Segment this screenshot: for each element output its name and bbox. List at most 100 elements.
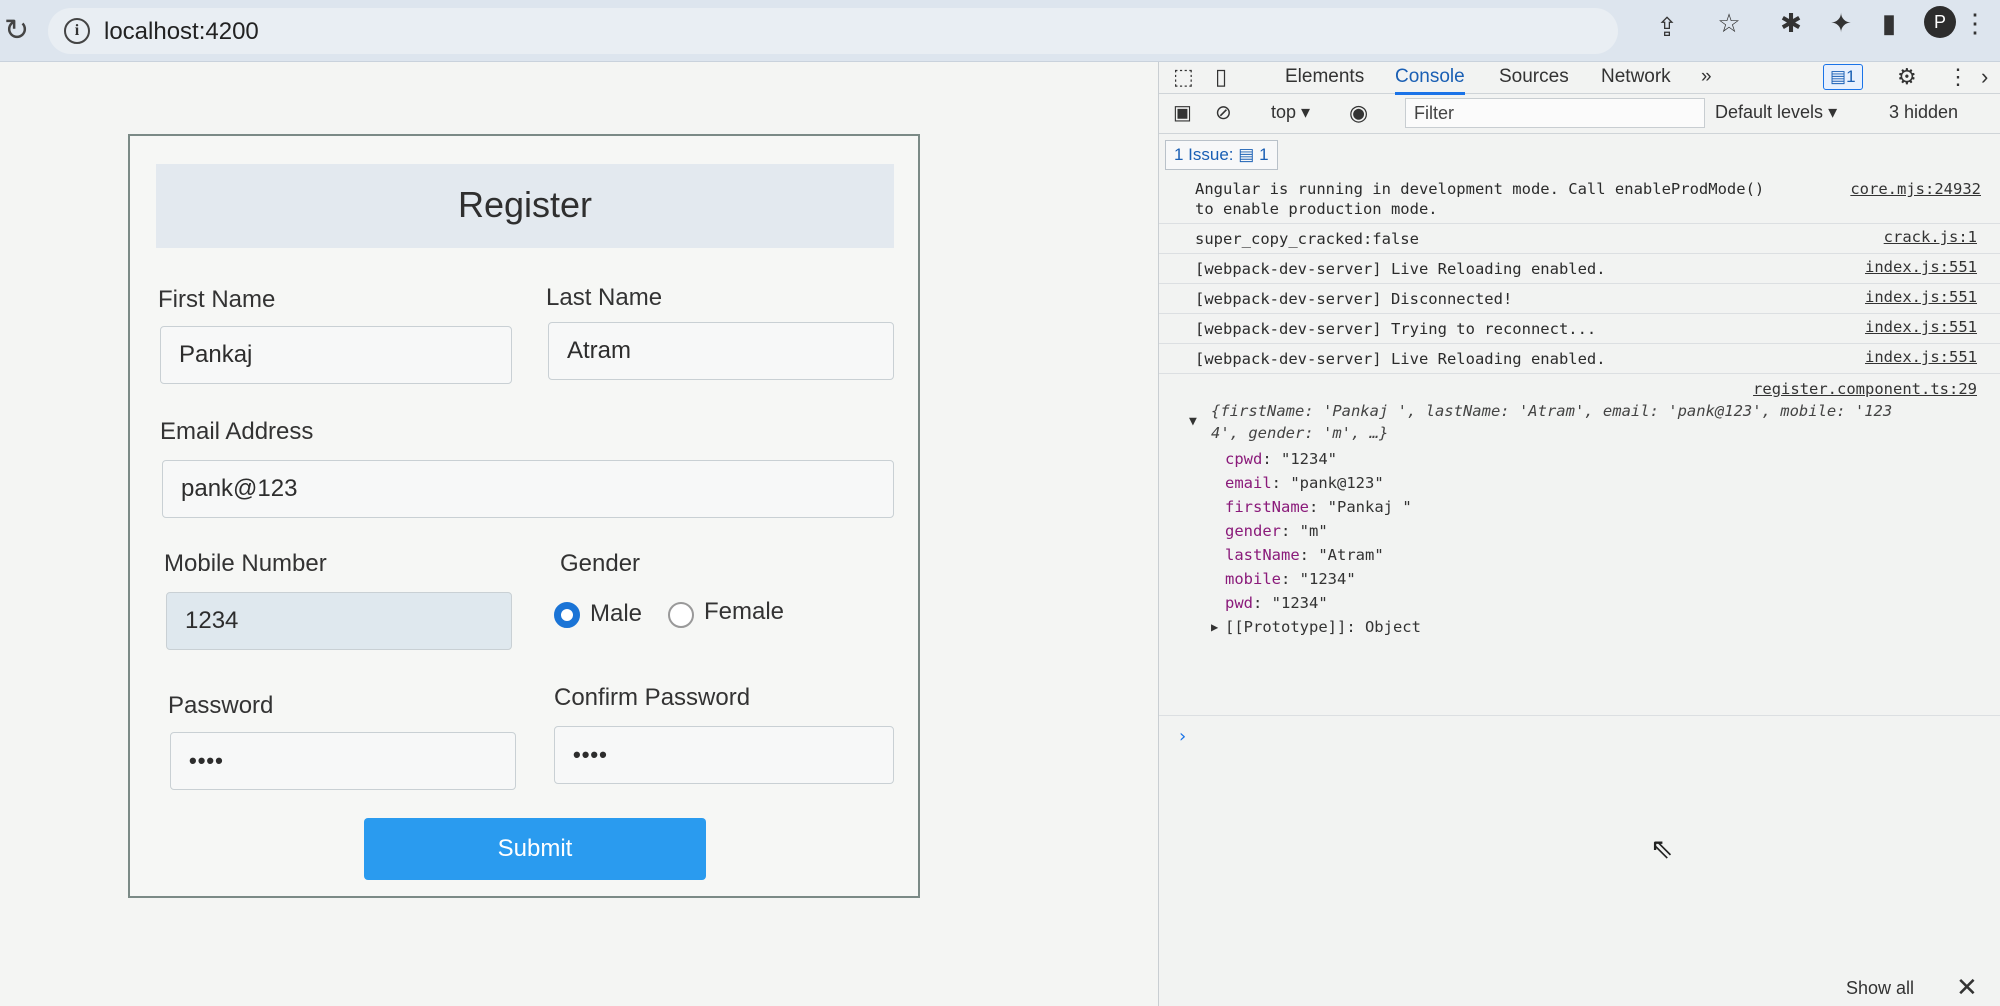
issues-row: 1 Issue: ▤ 1 — [1159, 134, 2000, 172]
property-value: "m" — [1299, 522, 1328, 540]
register-card: Register First Name Last Name Pankaj Atr… — [128, 134, 920, 898]
object-property: pwd: "1234" — [1225, 594, 1328, 612]
log-text: [webpack-dev-server] Trying to reconnect… — [1195, 320, 1597, 338]
mobile-field[interactable]: 1234 — [166, 592, 512, 650]
object-property: gender: "m" — [1225, 522, 1328, 540]
clear-console-icon[interactable]: ⊘ — [1215, 100, 1232, 126]
settings-gear-icon[interactable]: ⚙ — [1897, 64, 1917, 90]
context-value: top — [1271, 102, 1297, 122]
object-summary-continued[interactable]: 4', gender: 'm', …} — [1211, 424, 1388, 442]
last-name-field[interactable]: Atram — [548, 322, 894, 380]
log-source-link[interactable]: index.js:551 — [1865, 288, 1977, 306]
devtools-panel: ⬚ ▯ Elements Console Sources Network » ▤… — [1158, 62, 2000, 1006]
expand-triangle-icon[interactable]: ▶ — [1211, 620, 1218, 634]
bookmark-star-icon[interactable]: ☆ — [1710, 6, 1748, 40]
extension-bug-icon[interactable]: ✱ — [1772, 6, 1810, 40]
filter-input[interactable]: Filter — [1405, 98, 1705, 128]
property-value: "1234" — [1299, 570, 1356, 588]
collapse-triangle-icon[interactable]: ▼ — [1189, 414, 1197, 429]
devtools-menu-icon[interactable]: ⋮ — [1947, 64, 1969, 90]
console-message: super_copy_cracked:false crack.js:1 — [1159, 224, 2000, 254]
console-message: [webpack-dev-server] Trying to reconnect… — [1159, 314, 2000, 344]
share-icon[interactable]: ⇪ — [1648, 10, 1686, 44]
log-text-continued: to enable production mode. — [1195, 200, 1438, 218]
profile-avatar[interactable]: P — [1924, 6, 1956, 38]
property-value: "1234" — [1281, 450, 1337, 468]
property-key: gender — [1225, 522, 1281, 540]
mobile-label: Mobile Number — [164, 550, 327, 577]
object-log-entry: register.component.ts:29 ▼ {firstName: '… — [1159, 374, 2000, 716]
messages-badge[interactable]: ▤1 — [1823, 64, 1863, 90]
issues-button[interactable]: 1 Issue: ▤ 1 — [1165, 140, 1278, 170]
register-header: Register — [156, 164, 894, 248]
chevron-right-icon[interactable]: › — [1981, 64, 1988, 90]
devtools-tabbar: ⬚ ▯ Elements Console Sources Network » ▤… — [1159, 62, 2000, 95]
confirm-password-field[interactable]: •••• — [554, 726, 894, 784]
live-expression-eye-icon[interactable]: ◉ — [1349, 100, 1368, 126]
gender-male-label[interactable]: Male — [590, 600, 642, 628]
log-text: Angular is running in development mode. … — [1195, 180, 1765, 198]
more-tabs-button[interactable]: » — [1701, 64, 1712, 90]
log-source-link[interactable]: index.js:551 — [1865, 258, 1977, 276]
gender-female-radio[interactable] — [668, 602, 694, 628]
property-key: lastName — [1225, 546, 1300, 564]
property-value: "pank@123" — [1290, 474, 1384, 492]
tab-sources[interactable]: Sources — [1499, 64, 1569, 90]
object-summary[interactable]: {firstName: 'Pankaj ', lastName: 'Atram'… — [1211, 402, 1892, 420]
issues-label: 1 Issue: — [1174, 145, 1234, 164]
sidebar-toggle-icon[interactable]: ▣ — [1173, 100, 1192, 126]
messages-count: 1 — [1846, 67, 1856, 86]
tab-network[interactable]: Network — [1601, 64, 1671, 90]
log-source-link[interactable]: index.js:551 — [1865, 318, 1977, 336]
log-text: [webpack-dev-server] Live Reloading enab… — [1195, 350, 1606, 368]
property-key: email — [1225, 474, 1272, 492]
address-bar[interactable]: i localhost:4200 ⇪ — [48, 8, 1678, 54]
reload-icon[interactable]: ↻ — [4, 14, 38, 48]
gender-label: Gender — [560, 550, 641, 577]
log-source-link[interactable]: register.component.ts:29 — [1753, 380, 1977, 398]
tab-console[interactable]: Console — [1395, 64, 1465, 95]
console-message: [webpack-dev-server] Disconnected! index… — [1159, 284, 2000, 314]
close-icon[interactable]: ✕ — [1956, 972, 1978, 1003]
issues-count: 1 — [1259, 145, 1269, 164]
object-property: cpwd: "1234" — [1225, 450, 1337, 468]
object-prototype[interactable]: [[Prototype]]: Object — [1225, 618, 1421, 636]
console-toolbar: ▣ ⊘ top ▾ ◉ Filter Default levels ▾ 3 hi… — [1159, 94, 2000, 134]
site-info-icon[interactable]: i — [64, 18, 90, 44]
console-message: [webpack-dev-server] Live Reloading enab… — [1159, 344, 2000, 374]
last-name-label: Last Name — [546, 284, 663, 311]
log-source-link[interactable]: index.js:551 — [1865, 348, 1977, 366]
console-message: [webpack-dev-server] Live Reloading enab… — [1159, 254, 2000, 284]
issue-icon: ▤ — [1238, 145, 1255, 164]
device-toolbar-icon[interactable]: ▯ — [1215, 64, 1227, 90]
url-text[interactable]: localhost:4200 — [104, 18, 259, 46]
log-source-link[interactable]: crack.js:1 — [1884, 228, 1977, 246]
first-name-label: First Name — [158, 286, 276, 313]
password-field[interactable]: •••• — [170, 732, 516, 790]
object-property: mobile: "1234" — [1225, 570, 1356, 588]
extensions-puzzle-icon[interactable]: ✦ — [1822, 6, 1860, 40]
tab-elements[interactable]: Elements — [1285, 64, 1364, 90]
context-select[interactable]: top ▾ — [1271, 102, 1310, 123]
log-text: [webpack-dev-server] Disconnected! — [1195, 290, 1513, 308]
gender-female-label[interactable]: Female — [704, 598, 784, 626]
side-panel-icon[interactable]: ▮ — [1870, 6, 1908, 40]
page-title: Register — [457, 184, 593, 225]
browser-menu-icon[interactable]: ⋮ — [1960, 6, 1990, 40]
browser-toolbar: ↻ i localhost:4200 ⇪ ☆ ✱ ✦ ▮ P ⋮ — [0, 0, 2000, 62]
gender-male-radio[interactable] — [554, 602, 580, 628]
property-key: mobile — [1225, 570, 1281, 588]
console-message: Angular is running in development mode. … — [1159, 178, 2000, 224]
log-source-link[interactable]: core.mjs:24932 — [1850, 180, 1981, 198]
submit-button[interactable]: Submit — [364, 818, 706, 880]
property-value: "Atram" — [1318, 546, 1384, 564]
property-key: cpwd — [1225, 450, 1263, 468]
message-icon: ▤ — [1830, 67, 1847, 86]
console-prompt-icon[interactable]: › — [1177, 726, 1188, 747]
property-key: pwd — [1225, 594, 1253, 612]
inspect-element-icon[interactable]: ⬚ — [1173, 64, 1194, 90]
first-name-field[interactable]: Pankaj — [160, 326, 512, 384]
email-field[interactable]: pank@123 — [162, 460, 894, 518]
show-all-link[interactable]: Show all — [1846, 978, 1914, 999]
log-levels-dropdown[interactable]: Default levels ▾ — [1715, 102, 1837, 123]
